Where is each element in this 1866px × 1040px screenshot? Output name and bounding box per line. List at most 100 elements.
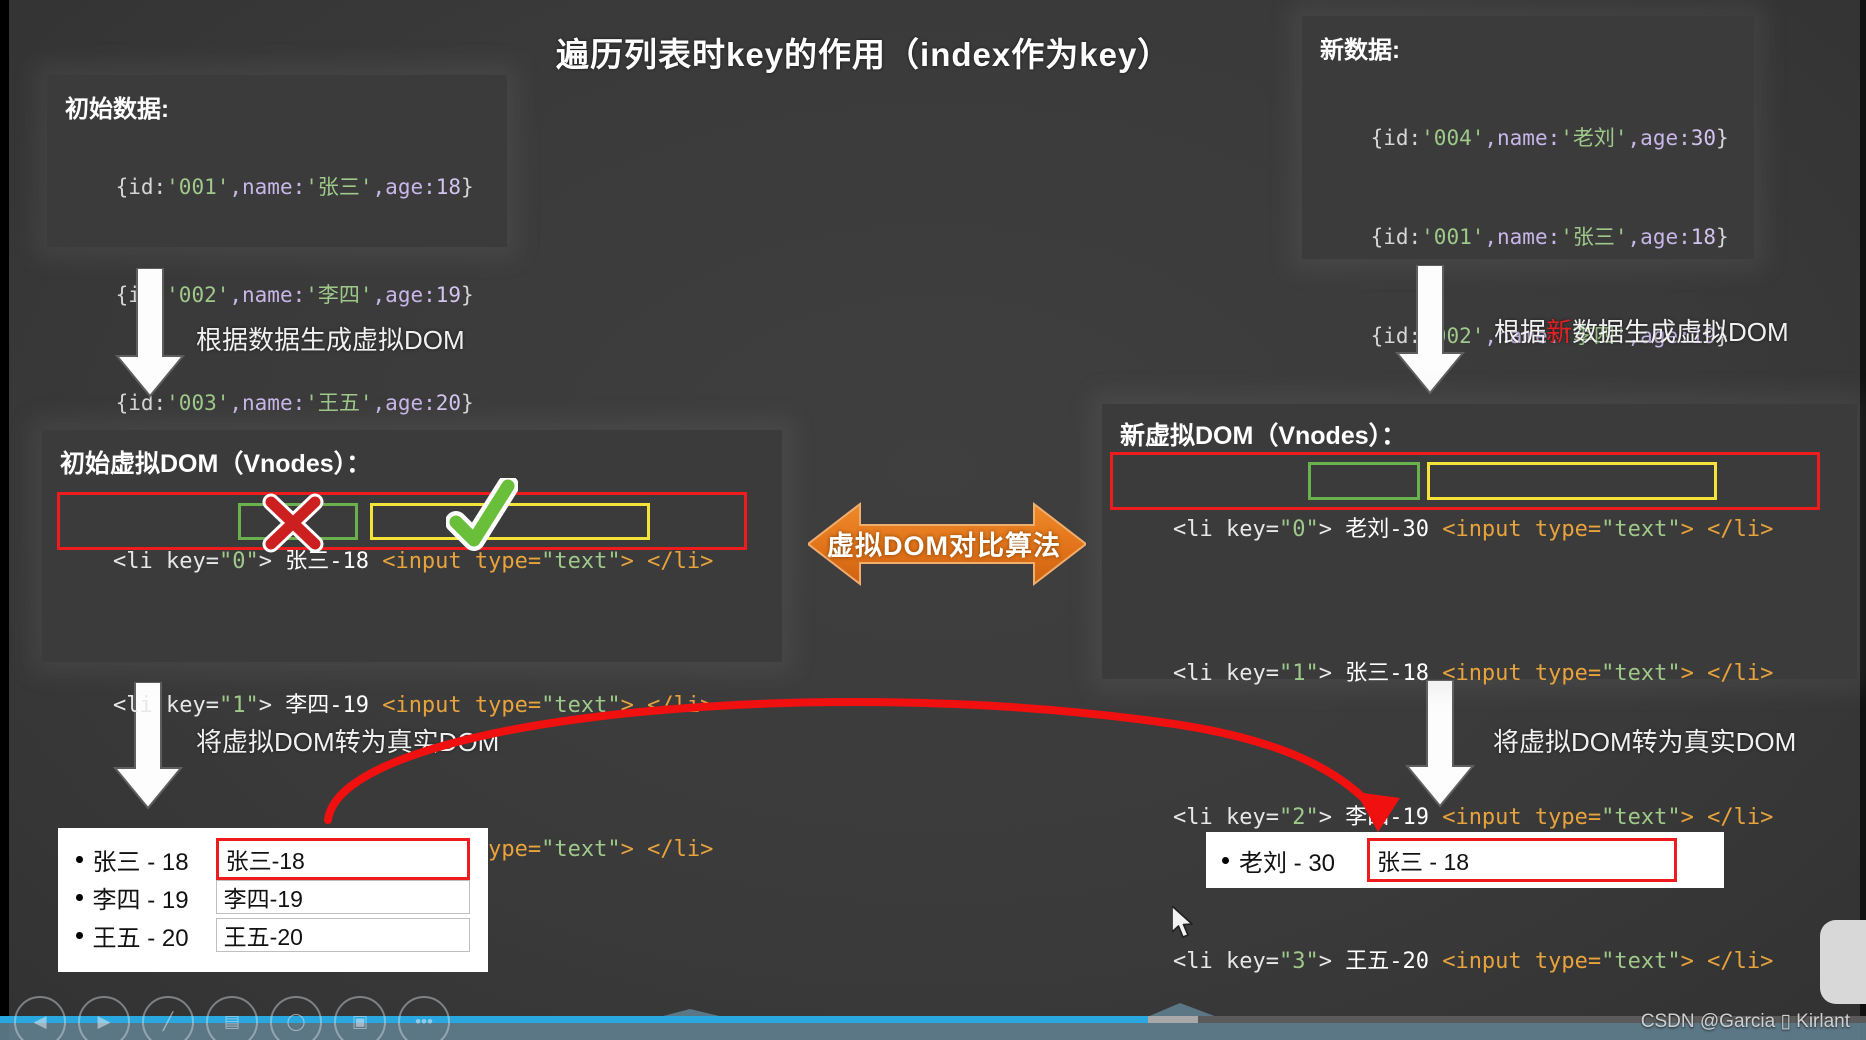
diff-algorithm-label: 虚拟DOM对比算法 [827,531,1061,561]
code-token: } [461,283,474,307]
code-token: "1" [1278,661,1319,686]
old-real-dom-row: 李四 - 19 李四-19 [76,878,470,916]
code-token: 18 [1690,225,1717,249]
new-real-dom-card: 老刘 - 30 张三 - 18 [1206,832,1724,888]
code-token: } [1716,126,1729,150]
code-token: {id: [1370,126,1422,150]
code-token: 30 [1690,126,1717,150]
old-vdom-heading: 初始虚拟DOM（Vnodes）： [60,450,372,478]
code-token: ,name: [229,283,306,307]
code-token: <input [1428,949,1535,974]
code-token: <li key= [112,693,219,718]
code-token: '王五' [305,391,373,415]
code-token: type= [1534,805,1602,830]
new-vdom-heading: 新虚拟DOM（Vnodes）： [1120,422,1407,450]
code-token: "text" [541,549,621,574]
code-token: '004' [1421,126,1485,150]
code-token: "0" [1278,517,1319,542]
code-token: > [1318,949,1346,974]
play-icon[interactable]: ▶ [78,996,130,1040]
new-data-row: {id:'001',name:'张三',age:18} [1320,188,1736,287]
code-token: </li> [1707,517,1774,542]
old-real-dom-input[interactable]: 王五-20 [215,918,470,952]
watermark-text: CSDN @Garcia ▯ Kirlant [1640,1011,1850,1032]
code-token: <li key= [1172,661,1279,686]
code-token: 张三-18 [1345,661,1429,686]
old-real-dom-label: 张三 - 18 [92,848,189,876]
code-token: 20 [435,391,462,415]
code-token: '张三' [305,175,373,199]
code-token: > [620,549,648,574]
code-token: "text" [1601,661,1681,686]
code-token: 19 [435,283,462,307]
new-real-dom-row: 老刘 - 30 张三 - 18 [1222,838,1708,882]
check-icon [446,478,518,551]
cross-icon [262,493,324,553]
mouse-cursor [1172,906,1193,938]
record-icon[interactable]: ◯ [270,996,322,1040]
new-real-dom-input[interactable]: 张三 - 18 [1367,838,1677,882]
prev-icon[interactable]: ◀ [14,996,66,1040]
code-token: > [258,693,286,718]
letterbox-left [0,0,9,1040]
code-token: 老刘-30 [1345,517,1429,542]
code-token: </li> [1707,805,1774,830]
label-part: 数据生成虚拟DOM [1572,317,1789,347]
new-data-panel: 新数据: {id:'004',name:'老刘',age:30} {id:'00… [1302,16,1754,447]
corner-decoration [1820,920,1866,1004]
code-token: "text" [1601,949,1681,974]
label-part: 根据 [1494,317,1547,347]
code-token: <input [1428,661,1535,686]
code-token: type= [474,693,542,718]
code-token: <input [1428,805,1535,830]
initial-data-row: {id:'001',name:'张三',age:18} [65,133,489,241]
code-token: '001' [1421,225,1485,249]
code-token: '李四' [305,283,373,307]
initial-data-panel: 初始数据: {id:'001',name:'张三',age:18} {id:'0… [47,75,507,415]
code-token: <input [368,693,475,718]
code-token: 18 [435,175,462,199]
more-icon[interactable]: ••• [398,996,450,1040]
new-vdom-panel: 新虚拟DOM（Vnodes）： <li key= "0" > 老刘-30 <inpu… [1102,404,1857,974]
code-token: ,age: [1627,126,1691,150]
code-token: "2" [1278,805,1319,830]
code-token: > [1680,949,1708,974]
old-real-dom-input[interactable]: 李四-19 [215,880,470,914]
new-data-heading: 新数据: [1320,37,1400,64]
code-token: type= [1534,517,1602,542]
speed-icon[interactable]: ╱ [142,996,194,1040]
old-real-dom-label: 李四 - 19 [92,886,189,914]
code-token: ,name: [1484,126,1561,150]
code-token: ,name: [1484,225,1561,249]
code-token: 李四-19 [1345,805,1429,830]
label-left-generate-vdom: 根据数据生成虚拟DOM [196,325,465,355]
code-token: "3" [1278,949,1319,974]
old-real-dom-card: 张三 - 18 张三-18 李四 - 19 李四-19 王五 - 20 王五-2… [58,828,488,972]
subtitle-icon[interactable]: ▣ [334,996,386,1040]
code-token: ,age: [372,391,436,415]
new-vdom-input-highlight [1427,462,1717,500]
code-token: "text" [541,837,621,862]
code-token: "0" [218,549,259,574]
layout-icon[interactable]: ▤ [206,996,258,1040]
page-title: 遍历列表时key的作用（index作为key） [556,36,1172,73]
code-token: <li key= [1172,949,1279,974]
old-real-dom-row: 王五 - 20 王五-20 [76,916,470,954]
code-token: > [1318,661,1346,686]
code-token: > [620,837,648,862]
code-token: '张三' [1560,225,1628,249]
code-token: 李四-19 [285,693,369,718]
list-bullet-icon [76,855,83,863]
video-player-bar[interactable]: ◀ ▶ ╱ ▤ ◯ ▣ ••• [0,978,1866,1040]
code-token: type= [1534,661,1602,686]
code-token: </li> [647,693,714,718]
code-token: > [1680,805,1708,830]
letterbox-right [1860,0,1866,1040]
code-token: ,age: [372,283,436,307]
arrow-down-left-top [114,268,186,398]
code-token: </li> [1707,661,1774,686]
code-token: } [461,175,474,199]
old-real-dom-row: 张三 - 18 张三-18 [76,838,470,880]
old-real-dom-input[interactable]: 张三-18 [215,838,470,880]
new-real-dom-label: 老刘 - 30 [1239,849,1336,877]
